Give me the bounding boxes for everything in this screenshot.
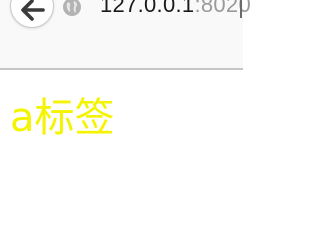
address-bar-url[interactable]: 127.0.0.1:8020	[100, 0, 251, 19]
url-host: 127.0.0.1	[100, 0, 195, 17]
address-bar-divider	[240, 0, 242, 18]
back-arrow-icon	[21, 0, 45, 21]
url-port: :8020	[194, 0, 252, 17]
back-button[interactable]	[10, 0, 54, 28]
browser-toolbar: 127.0.0.1:8020	[0, 0, 251, 70]
page-content: a标签	[0, 70, 243, 224]
anchor-link[interactable]: a标签	[10, 92, 115, 144]
globe-icon	[63, 0, 81, 16]
